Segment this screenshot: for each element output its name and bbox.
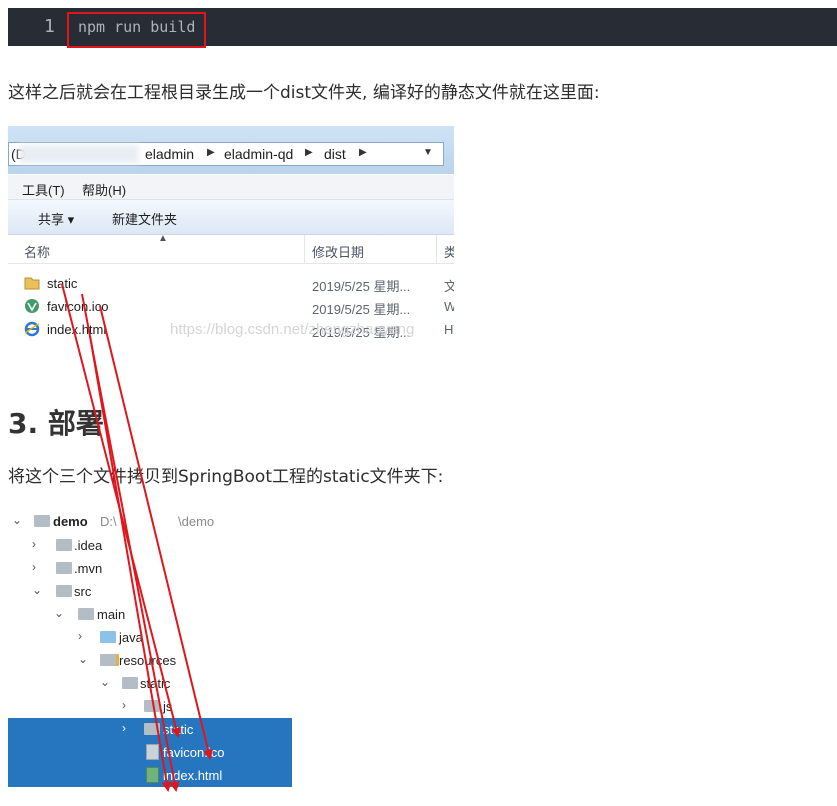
folder-icon xyxy=(78,608,94,620)
tree-label: js xyxy=(163,699,173,714)
chevron-right-icon: ▶ xyxy=(207,147,215,158)
chevron-right-icon[interactable]: › xyxy=(78,629,90,643)
chevron-right-icon[interactable]: › xyxy=(122,698,134,712)
column-type[interactable]: 类 xyxy=(444,242,454,261)
column-name[interactable]: 名称 xyxy=(24,242,50,261)
highlight-box xyxy=(67,12,206,48)
command-bar: 共享 ▾ 新建文件夹 xyxy=(8,200,454,235)
section-heading: 3. 部署 xyxy=(8,407,104,440)
chevron-down-icon[interactable]: ⌄ xyxy=(54,606,66,620)
explorer-titlebar: (D eladmin ▶ eladmin-qd ▶ dist ▶ ▼ xyxy=(8,126,454,174)
column-divider xyxy=(304,235,305,263)
chevron-down-icon[interactable]: ⌄ xyxy=(100,675,112,689)
tree-label: java xyxy=(119,630,143,645)
tree-node[interactable]: › java xyxy=(8,626,292,649)
tree-path: D:\ xyxy=(100,514,117,529)
file-name: index.html xyxy=(47,322,107,337)
tree-label: resources xyxy=(119,653,177,668)
tree-label: favicon.ico xyxy=(163,745,225,760)
chevron-right-icon: ▶ xyxy=(305,147,313,158)
share-button[interactable]: 共享 ▾ xyxy=(38,209,74,228)
blurred-path xyxy=(19,145,139,163)
file-date: 2019/5/25 星期... xyxy=(312,302,411,317)
tree-label: .idea xyxy=(74,538,103,553)
address-segment[interactable]: eladmin-qd xyxy=(224,146,293,162)
paragraph-build-output: 这样之后就会在工程根目录生成一个dist文件夹, 编译好的静态文件就在这里面: xyxy=(8,83,600,103)
folder-icon xyxy=(144,700,160,712)
tree-node[interactable]: › js xyxy=(8,695,292,718)
file-type: 文 xyxy=(444,279,454,294)
tree-label: static xyxy=(163,722,194,737)
file-name: favicon.ico xyxy=(47,299,109,314)
folder-icon xyxy=(144,723,160,735)
tree-label: index.html xyxy=(163,768,223,783)
project-tree: ⌄ demo D:\ \demo › .idea › .mvn ⌄ src ⌄ … xyxy=(8,510,292,800)
tree-label: static xyxy=(140,676,171,691)
menu-tools[interactable]: 工具(T) xyxy=(22,180,65,199)
chevron-right-icon: ▶ xyxy=(359,147,367,158)
chevron-right-icon[interactable]: › xyxy=(32,537,44,551)
address-bar[interactable]: (D eladmin ▶ eladmin-qd ▶ dist ▶ ▼ xyxy=(8,142,444,166)
watermark: https://blog.csdn.net/zhengzhaoyang xyxy=(170,321,415,338)
tree-node-selected[interactable]: › static xyxy=(8,718,292,741)
file-type: W xyxy=(444,299,454,314)
tree-label: src xyxy=(74,584,92,599)
file-row[interactable]: static 2019/5/25 星期... 文 xyxy=(8,273,454,295)
folder-icon xyxy=(24,277,40,290)
tree-label: demo xyxy=(53,514,88,529)
module-folder-icon xyxy=(34,515,50,527)
paragraph-copy-files: 将这个三个文件拷贝到SpringBoot工程的static文件夹下: xyxy=(8,467,444,487)
chevron-down-icon[interactable]: ⌄ xyxy=(78,652,90,666)
tree-node[interactable]: › .idea xyxy=(8,534,292,557)
tree-node[interactable]: ⌄ static xyxy=(8,672,292,695)
folder-icon xyxy=(56,539,72,551)
resources-folder-icon xyxy=(100,654,119,666)
file-name: static xyxy=(47,276,78,291)
file-type: HT xyxy=(444,322,454,337)
address-segment[interactable]: dist xyxy=(324,146,346,162)
sort-up-icon: ▲ xyxy=(158,233,168,244)
code-block: 1 npm run build xyxy=(8,8,837,48)
tree-node-selected[interactable]: favicon.ico xyxy=(8,741,292,764)
file-row[interactable]: favicon.ico 2019/5/25 星期... W xyxy=(8,296,454,318)
tree-node[interactable]: ⌄ src xyxy=(8,580,292,603)
menu-bar: 工具(T) 帮助(H) xyxy=(8,175,454,200)
chevron-down-icon[interactable]: ⌄ xyxy=(12,513,24,527)
line-number: 1 xyxy=(44,16,55,37)
folder-icon xyxy=(56,585,72,597)
tree-node[interactable]: › .mvn xyxy=(8,557,292,580)
source-folder-icon xyxy=(100,631,116,643)
chevron-right-icon[interactable]: › xyxy=(122,721,134,735)
folder-icon xyxy=(122,677,138,689)
column-date[interactable]: 修改日期 xyxy=(312,242,364,261)
tree-node[interactable]: ⌄ resources xyxy=(8,649,292,672)
new-folder-button[interactable]: 新建文件夹 xyxy=(112,209,177,228)
address-segment[interactable]: eladmin xyxy=(145,146,194,162)
file-date: 2019/5/25 星期... xyxy=(312,279,411,294)
file-icon xyxy=(146,744,159,760)
dropdown-arrow-icon[interactable]: ▼ xyxy=(423,147,433,158)
explorer-screenshot: (D eladmin ▶ eladmin-qd ▶ dist ▶ ▼ 工具(T)… xyxy=(8,126,454,350)
tree-path-end: \demo xyxy=(178,514,215,529)
column-headers: 名称 ▲ 修改日期 类 xyxy=(8,233,454,264)
chevron-right-icon[interactable]: › xyxy=(32,560,44,574)
ie-icon xyxy=(24,321,40,337)
tree-label: .mvn xyxy=(74,561,103,576)
folder-icon xyxy=(56,562,72,574)
tree-node-demo[interactable]: ⌄ demo D:\ \demo xyxy=(8,510,292,533)
html-file-icon xyxy=(146,767,159,783)
tree-label: main xyxy=(97,607,126,622)
menu-help[interactable]: 帮助(H) xyxy=(82,180,126,199)
tree-node[interactable]: ⌄ main xyxy=(8,603,292,626)
column-divider xyxy=(436,235,437,263)
vue-icon xyxy=(25,299,39,313)
chevron-down-icon[interactable]: ⌄ xyxy=(32,583,44,597)
tree-node-selected[interactable]: index.html xyxy=(8,764,292,787)
